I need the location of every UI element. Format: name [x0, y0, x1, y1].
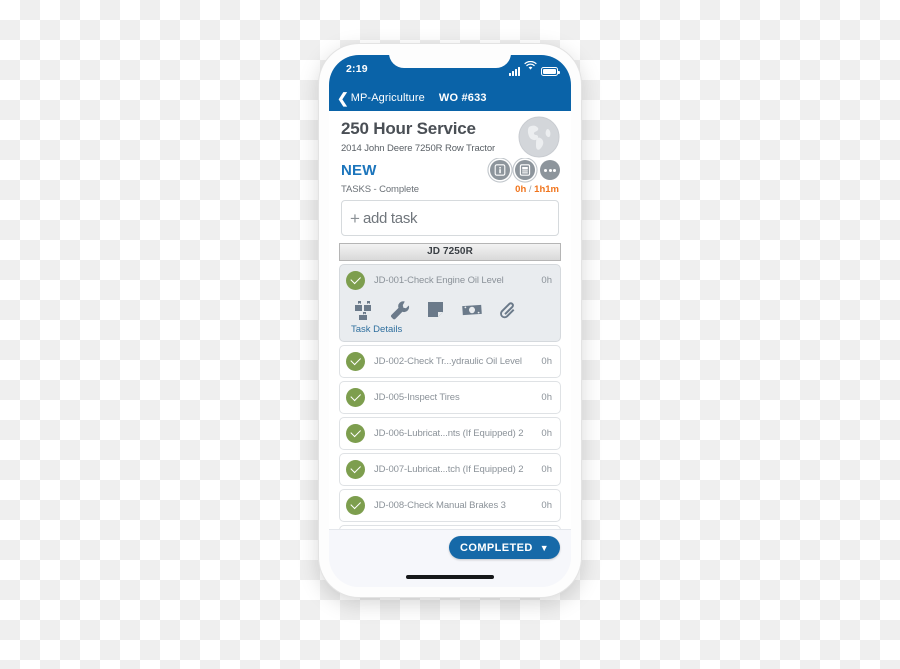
action-icon-group	[490, 160, 560, 180]
cellular-signal-icon	[509, 67, 520, 76]
tasks-total-hours: 1h1m	[534, 184, 559, 195]
task-row-header[interactable]: JD-006-Lubricat...nts (If Equipped) 2 0h	[340, 418, 560, 449]
more-options-icon[interactable]	[540, 160, 560, 180]
table-row[interactable]: JD-002-Check Tr...ydraulic Oil Level 0h	[339, 345, 561, 378]
task-hours: 0h	[541, 428, 552, 439]
task-row-header[interactable]: JD-005-Inspect Tires 0h	[340, 382, 560, 413]
completed-button-label: COMPLETED	[460, 541, 533, 554]
add-task-placeholder: add task	[362, 209, 418, 227]
task-name: JD-002-Check Tr...ydraulic Oil Level	[374, 356, 522, 367]
navigation-bar: ❮ MP-Agriculture WO #633	[329, 85, 571, 111]
task-group-header: JD 7250R	[339, 243, 561, 261]
task-hours: 0h	[541, 356, 552, 367]
task-hours: 0h	[541, 500, 552, 511]
task-row-header[interactable]: JD-008-Check Manual Brakes 3 0h	[340, 490, 560, 521]
status-bar-time: 2:19	[346, 63, 368, 75]
nav-org-label[interactable]: MP-Agriculture	[351, 92, 425, 104]
phone-device-frame: 2:19 ❮ MP-Agriculture WO #633 250 Hour S…	[319, 44, 581, 597]
table-row[interactable]: JD-008-Check Manual Brakes 3 0h	[339, 489, 561, 522]
tasks-summary-row: TASKS - Complete 0h / 1h1m	[329, 180, 571, 198]
tasks-time-separator: /	[528, 184, 532, 195]
task-hours: 0h	[541, 275, 552, 286]
chevron-down-icon: ▼	[539, 542, 549, 553]
status-bar: 2:19	[329, 55, 571, 85]
task-hours: 0h	[541, 464, 552, 475]
check-circle-icon[interactable]	[346, 460, 365, 479]
tasks-time-summary: 0h / 1h1m	[515, 184, 559, 195]
table-row[interactable]: JD-001-Check Engine Oil Level 0h Task De…	[339, 264, 561, 342]
task-row-header[interactable]: JD-002-Check Tr...ydraulic Oil Level 0h	[340, 346, 560, 377]
task-row-header[interactable]: JD-007-Lubricat...tch (If Equipped) 2 0h	[340, 454, 560, 485]
task-name: JD-007-Lubricat...tch (If Equipped) 2	[374, 464, 524, 475]
nav-work-order-label: WO #633	[438, 92, 487, 104]
table-row[interactable]: JD-007-Lubricat...tch (If Equipped) 2 0h	[339, 453, 561, 486]
task-name: JD-001-Check Engine Oil Level	[374, 275, 504, 286]
money-icon[interactable]	[461, 300, 483, 320]
paperclip-icon[interactable]	[497, 300, 519, 320]
note-icon[interactable]	[425, 300, 447, 320]
check-circle-icon[interactable]	[346, 388, 365, 407]
check-circle-icon[interactable]	[346, 496, 365, 515]
task-detail-panel: Task Details	[340, 296, 560, 341]
work-order-status-row: NEW	[329, 158, 571, 180]
info-icon[interactable]	[490, 160, 510, 180]
task-name: JD-005-Inspect Tires	[374, 392, 460, 403]
phone-screen: 2:19 ❮ MP-Agriculture WO #633 250 Hour S…	[329, 55, 571, 587]
task-detail-icon-row	[340, 298, 560, 324]
status-badge: NEW	[341, 161, 377, 179]
work-order-header: 250 Hour Service 2014 John Deere 7250R R…	[329, 111, 571, 158]
check-circle-icon[interactable]	[346, 352, 365, 371]
task-name: JD-006-Lubricat...nts (If Equipped) 2	[374, 428, 524, 439]
plus-icon: +	[350, 208, 360, 228]
wrench-icon[interactable]	[389, 300, 411, 320]
document-icon[interactable]	[515, 160, 535, 180]
bottom-action-bar: COMPLETED ▼	[329, 529, 571, 587]
check-circle-icon[interactable]	[346, 424, 365, 443]
table-row[interactable]: JD-005-Inspect Tires 0h	[339, 381, 561, 414]
home-indicator[interactable]	[406, 575, 494, 579]
task-name: JD-008-Check Manual Brakes 3	[374, 500, 506, 511]
globe-icon[interactable]	[518, 116, 560, 158]
tasks-completed-hours: 0h	[515, 184, 527, 195]
add-task-input[interactable]: + add task	[341, 200, 559, 236]
add-task-section: + add task	[329, 198, 571, 243]
tasks-summary-label: TASKS - Complete	[341, 184, 419, 195]
parts-icon[interactable]	[353, 300, 375, 320]
device-notch	[389, 55, 511, 68]
check-circle-icon[interactable]	[346, 271, 365, 290]
chevron-left-icon[interactable]: ❮	[337, 91, 349, 105]
task-row-header[interactable]: JD-001-Check Engine Oil Level 0h	[340, 265, 560, 296]
battery-icon	[541, 67, 560, 76]
completed-button[interactable]: COMPLETED ▼	[449, 536, 560, 559]
status-bar-icons	[509, 60, 560, 76]
wifi-icon	[524, 58, 537, 76]
task-details-link[interactable]: Task Details	[340, 324, 560, 337]
task-hours: 0h	[541, 392, 552, 403]
table-row[interactable]: JD-006-Lubricat...nts (If Equipped) 2 0h	[339, 417, 561, 450]
task-list[interactable]: JD 7250R JD-001-Check Engine Oil Level 0…	[329, 243, 571, 536]
